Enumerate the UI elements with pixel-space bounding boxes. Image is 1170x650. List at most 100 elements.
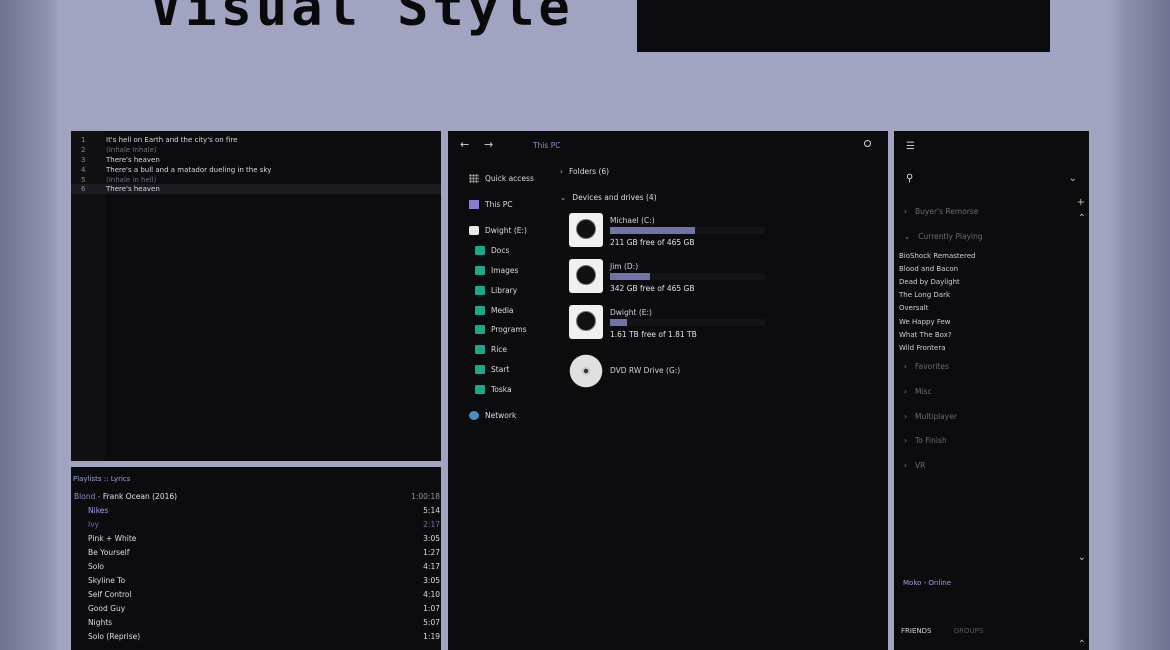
game-item[interactable]: The Long Dark [899, 291, 950, 299]
track-row[interactable]: Nights 5:07 [88, 618, 440, 632]
track-duration: 2:17 [423, 520, 440, 529]
file-explorer-window[interactable]: ← → This PC Quick access This PC Dwight … [448, 131, 888, 650]
drive-tile[interactable]: Dwight (E:) 1.61 TB free of 1.81 TB [569, 305, 769, 343]
editor-line[interactable]: 3 There's heaven [71, 155, 441, 165]
devices-section-header[interactable]: ⌄ Devices and drives (4) [560, 193, 657, 202]
category-to-finish[interactable]: › To Finish [904, 436, 947, 445]
disc-icon [569, 354, 603, 388]
line-number: 3 [81, 156, 86, 164]
folder-label: Library [491, 286, 518, 295]
chevron-up-icon[interactable]: ⌃ [1078, 213, 1086, 224]
game-library-window[interactable]: ☰ ⚲ ⌄ + ⌃ › Buyer's Remorse ⌄ Currently Pl… [894, 131, 1089, 650]
sidebar-item-label: Dwight (E:) [485, 226, 527, 235]
chevron-down-icon[interactable]: ⌄ [1078, 552, 1086, 563]
chevron-right-icon: › [904, 362, 907, 371]
category-currently-playing[interactable]: ⌄ Currently Playing [904, 232, 983, 241]
game-item[interactable]: BioShock Remastered [899, 252, 975, 260]
folder-label: Docs [491, 246, 510, 255]
user-status[interactable]: Moko - Online [903, 579, 951, 587]
track-duration: 3:05 [423, 534, 440, 543]
game-item[interactable]: Dead by Daylight [899, 278, 960, 286]
folders-section-header[interactable]: › Folders (6) [560, 167, 609, 176]
computer-icon [469, 200, 479, 209]
chevron-right-icon: › [904, 387, 907, 396]
editor-line[interactable]: 2 (Inhale Inhale) [71, 145, 441, 155]
chevron-up-icon[interactable]: ⌃ [1078, 639, 1086, 650]
section-label: Devices and drives (4) [572, 193, 657, 202]
dvd-drive-tile[interactable]: DVD RW Drive (G:) [569, 354, 769, 392]
drive-tile[interactable]: Jim (D:) 342 GB free of 465 GB [569, 259, 769, 297]
category-favorites[interactable]: › Favorites [904, 362, 949, 371]
track-name: Pink + White [88, 534, 137, 543]
sidebar-item-label: Quick access [485, 174, 534, 183]
track-row[interactable]: Solo 4:17 [88, 562, 440, 576]
track-duration: 5:14 [423, 506, 440, 515]
drive-name: Dwight (E:) [610, 308, 652, 317]
friends-tabs: FRIENDS GROUPS [901, 627, 983, 635]
track-row[interactable]: Nikes 5:14 [88, 506, 440, 520]
game-item[interactable]: Blood and Bacon [899, 265, 958, 273]
folder-label: Start [491, 365, 510, 374]
folder-label: Programs [491, 325, 527, 334]
track-row[interactable]: Good Guy 1:07 [88, 604, 440, 618]
track-row[interactable]: Be Yourself 1:27 [88, 548, 440, 562]
folder-icon [475, 385, 485, 394]
drive-usage-fill [610, 319, 628, 326]
category-label: Favorites [915, 362, 949, 371]
track-duration: 1:19 [423, 632, 440, 641]
game-item[interactable]: What The Box? [899, 331, 952, 339]
drive-name: Michael (C:) [610, 216, 655, 225]
online-status: Online [928, 579, 952, 587]
album-duration: 1:00:18 [411, 492, 440, 501]
top-black-window [637, 0, 1050, 52]
globe-icon [469, 411, 479, 420]
search-icon[interactable]: ⚲ [906, 173, 913, 184]
drive-usage-bar [610, 273, 765, 280]
folder-icon [475, 266, 485, 275]
drive-name: Jim (D:) [610, 262, 639, 271]
sidebar-item-label: This PC [485, 200, 513, 209]
plus-icon[interactable]: + [1077, 197, 1085, 208]
chevron-down-icon: ⌄ [904, 232, 911, 241]
editor-line[interactable]: 4 There's a bull and a matador dueling in… [71, 165, 441, 175]
track-name: Solo [88, 562, 105, 571]
tab-groups[interactable]: GROUPS [954, 627, 984, 635]
game-item[interactable]: Oversalt [899, 304, 928, 312]
track-row[interactable]: Pink + White 3:05 [88, 534, 440, 548]
category-vr[interactable]: › VR [904, 461, 925, 470]
drive-usage-bar [610, 227, 765, 234]
back-arrow-icon[interactable]: ← [460, 138, 469, 151]
game-item[interactable]: Wild Frontera [899, 344, 946, 352]
line-text: There's heaven [106, 156, 160, 164]
hamburger-menu-icon[interactable]: ☰ [906, 141, 915, 152]
track-duration: 5:07 [423, 618, 440, 627]
track-row[interactable]: Solo (Reprise) 1:19 [88, 632, 440, 646]
album-separator: - [95, 492, 103, 501]
editor-line[interactable]: 1 It's hell on Earth and the city's on fi… [71, 135, 441, 145]
drive-tile[interactable]: Michael (C:) 211 GB free of 465 GB [569, 213, 769, 251]
folder-icon [475, 325, 485, 334]
refresh-icon[interactable] [864, 140, 871, 147]
category-misc[interactable]: › Misc [904, 387, 932, 396]
category-buyers-remorse[interactable]: › Buyer's Remorse [904, 207, 978, 216]
breadcrumb[interactable]: This PC [533, 141, 560, 150]
playlist-header[interactable]: Playlists :: Lyrics [73, 475, 130, 483]
chevron-right-icon: › [904, 461, 907, 470]
music-player-window[interactable]: Playlists :: Lyrics Blond - Frank Ocean … [71, 467, 441, 650]
track-row[interactable]: Skyline To 3:05 [88, 576, 440, 590]
track-row[interactable]: Ivy 2:17 [88, 520, 440, 534]
editor-line-active[interactable]: 6 There's heaven [71, 184, 441, 194]
category-label: Currently Playing [918, 232, 983, 241]
category-multiplayer[interactable]: › Multiplayer [904, 412, 957, 421]
album-row[interactable]: Blond - Frank Ocean (2016) 1:00:18 [74, 492, 441, 501]
banner-title: Visual Style [150, 0, 574, 38]
lyrics-editor-window[interactable]: 1 It's hell on Earth and the city's on fi… [71, 131, 441, 461]
grid-icon [469, 174, 479, 183]
forward-arrow-icon[interactable]: → [484, 138, 493, 151]
folder-icon [475, 306, 485, 315]
game-item[interactable]: We Happy Few [899, 318, 951, 326]
track-row[interactable]: Self Control 4:10 [88, 590, 440, 604]
track-duration: 1:27 [423, 548, 440, 557]
tab-friends[interactable]: FRIENDS [901, 627, 931, 635]
chevron-down-icon[interactable]: ⌄ [1069, 173, 1077, 184]
